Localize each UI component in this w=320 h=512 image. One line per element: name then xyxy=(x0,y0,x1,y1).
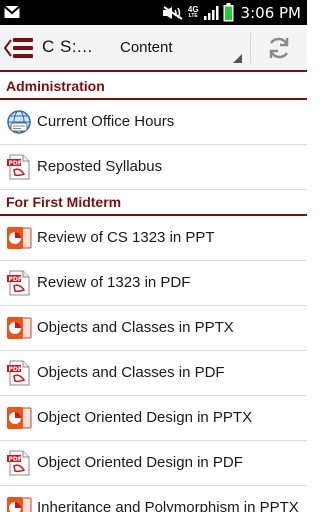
item-label: Objects and Classes in PPTX xyxy=(37,319,234,336)
ppt-icon xyxy=(7,407,32,429)
spinner-arrow-icon xyxy=(233,54,242,63)
globe-icon xyxy=(7,110,31,134)
ppt-icon xyxy=(7,497,32,512)
signal-icon xyxy=(203,5,219,20)
item-label: Object Oriented Design in PDF xyxy=(37,454,243,471)
item-label: Review of CS 1323 in PPT xyxy=(37,229,215,246)
pdf-icon: PDF xyxy=(7,450,30,476)
no-sound-icon xyxy=(162,5,183,20)
list-item[interactable]: Inheritance and Polymorphism in PPTX xyxy=(0,486,307,512)
ppt-icon xyxy=(7,317,32,339)
network-4g-icon: 4G LTE xyxy=(188,6,199,19)
pdf-icon: PDF xyxy=(7,360,30,386)
network-sub-label: LTE xyxy=(188,13,198,19)
refresh-icon[interactable] xyxy=(266,35,292,61)
item-label: Reposted Syllabus xyxy=(37,158,163,175)
ppt-icon xyxy=(7,227,32,249)
svg-text:PDF: PDF xyxy=(9,160,22,167)
pdf-icon: PDF xyxy=(7,270,30,296)
item-label: Inheritance and Polymorphism in PPTX xyxy=(37,499,299,512)
battery-icon xyxy=(223,3,234,22)
course-title[interactable]: C S:... xyxy=(42,37,93,57)
content-list: Administration Current Office Hours PDF … xyxy=(0,74,307,512)
app-icon[interactable] xyxy=(12,36,34,60)
list-item[interactable]: PDF Objects and Classes in PDF xyxy=(0,351,307,396)
content-spinner[interactable]: Content xyxy=(112,31,246,65)
item-label: Objects and Classes in PDF xyxy=(37,364,225,381)
section-header-administration: Administration xyxy=(0,74,307,100)
svg-text:PDF: PDF xyxy=(9,276,22,283)
section-header-first-midterm: For First Midterm xyxy=(0,190,307,216)
list-item[interactable]: PDF Reposted Syllabus xyxy=(0,145,307,190)
gmail-icon xyxy=(3,5,21,18)
pdf-icon: PDF xyxy=(7,154,30,180)
list-item[interactable]: PDF Review of 1323 in PDF xyxy=(0,261,307,306)
svg-text:PDF: PDF xyxy=(9,366,22,373)
spinner-label: Content xyxy=(120,39,173,56)
list-item[interactable]: Review of CS 1323 in PPT xyxy=(0,216,307,261)
list-item[interactable]: Objects and Classes in PPTX xyxy=(0,306,307,351)
status-bar: 4G LTE 3:06 PM xyxy=(0,0,307,25)
item-label: Current Office Hours xyxy=(37,113,175,130)
item-label: Object Oriented Design in PPTX xyxy=(37,409,253,426)
list-item[interactable]: Object Oriented Design in PPTX xyxy=(0,396,307,441)
svg-text:PDF: PDF xyxy=(9,456,22,463)
item-label: Review of 1323 in PDF xyxy=(37,274,191,291)
clock: 3:06 PM xyxy=(240,3,301,22)
list-item[interactable]: PDF Object Oriented Design in PDF xyxy=(0,441,307,486)
action-bar-divider xyxy=(250,33,251,63)
list-item[interactable]: Current Office Hours xyxy=(0,100,307,145)
action-bar: C S:... Content xyxy=(0,25,307,72)
